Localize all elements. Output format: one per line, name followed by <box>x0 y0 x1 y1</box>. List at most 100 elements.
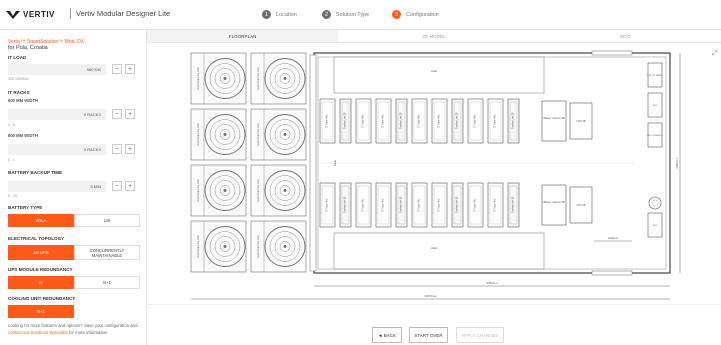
lower-rack: IT Rack 48U <box>375 182 392 228</box>
cooling-redundancy-toggle: N+1 <box>8 305 74 318</box>
battery-cabinet <box>541 184 567 226</box>
contact-specialist-link[interactable]: contact our Solutions Specialist <box>8 330 68 335</box>
lower-rack: IT Rack 48U <box>355 182 372 228</box>
battery-cabinet-label: Battery Cabinet 4B <box>544 117 565 120</box>
rack-800-decrement-button[interactable]: − <box>112 144 122 154</box>
it-load-decrement-button[interactable]: − <box>112 64 122 74</box>
app-title: Vertiv Modular Designer Lite <box>70 8 170 19</box>
rack-label: Cooling Unit 30 <box>456 112 459 129</box>
electrical-panel-label: PDU <box>653 225 658 227</box>
rack-800-input[interactable]: 0 RACKS <box>8 144 106 155</box>
fan-hub <box>223 245 227 248</box>
contact-footnote: Looking for more features and options? S… <box>8 323 143 336</box>
ups-redundancy-n1-option[interactable]: N+1 <box>74 276 140 289</box>
cooling-redundancy-n1-option[interactable]: N+1 <box>8 305 74 318</box>
upper-rack: IT Rack 48U <box>411 98 428 144</box>
it-racks-label: IT RACKS <box>8 90 30 95</box>
step-number: 1 <box>262 10 271 19</box>
step-solution-type[interactable]: 2 Solution Type <box>322 10 369 19</box>
electrical-panel-label: UTILITY PANEL <box>647 74 664 77</box>
heat-rejection-unit: Heat Rejection Unit <box>250 220 307 273</box>
tab-floorplan[interactable]: FLOORPLAN <box>147 30 339 42</box>
upper-rack: Cooling Unit 30 <box>451 98 464 144</box>
inner-width-label: 9050mm <box>487 281 499 285</box>
battery-backup-label: BATTERY BACKUP TIME <box>8 170 63 175</box>
electrical-panel-label: UPS CONSOLE <box>647 135 663 137</box>
upper-rack: Cooling Unit 30 <box>339 98 352 144</box>
rack-label: IT Rack 48U <box>362 198 365 212</box>
upper-rack: IT Rack 48U <box>431 98 448 144</box>
battery-backup-range: 5 - 10 <box>8 194 17 198</box>
rack-label: IT Rack 48U <box>362 114 365 128</box>
rack-800-label: 800 MM WIDTH <box>8 133 39 138</box>
topology-2n-ups-option[interactable]: 2N UPS <box>8 245 74 260</box>
upper-rack: IT Rack 48U <box>375 98 392 144</box>
upper-rack: IT Rack 48U <box>467 98 484 144</box>
rack-label: IT Rack 48U <box>494 198 497 212</box>
fan-hub <box>223 77 227 80</box>
tab-3d-model[interactable]: 3D MODEL <box>338 30 529 42</box>
fan-hub <box>283 245 287 248</box>
step-configuration[interactable]: 3 Configuration <box>392 10 439 19</box>
lower-rack: Cooling Unit 30 <box>339 182 352 228</box>
rack-600-decrement-button[interactable]: − <box>112 109 122 119</box>
rack-600-input[interactable]: 0 RACKS <box>8 109 106 120</box>
rack-600-range: 0 - 8 <box>8 123 16 127</box>
rack-800-increment-button[interactable]: + <box>125 144 135 154</box>
battery-backup-decrement-button[interactable]: − <box>112 181 122 191</box>
rack-label: IT Rack 48U <box>474 198 477 212</box>
upper-rack: Cooling Unit 30 <box>507 98 520 144</box>
ups-redundancy-n-option[interactable]: N <box>8 276 74 289</box>
bottom-enclosure-label: Aisle <box>431 246 438 250</box>
footnote-text: Looking for more features and options? S… <box>8 323 138 328</box>
rack-600-label: 600 MM WIDTH <box>8 98 39 103</box>
it-load-input[interactable]: 560 KW <box>8 64 106 75</box>
left-door <box>309 54 317 272</box>
rack-label: Cooling Unit 30 <box>344 196 347 213</box>
battery-backup-increment-button[interactable]: + <box>125 181 135 191</box>
ups-redundancy-toggle: N N+1 <box>8 276 140 289</box>
step-number: 2 <box>322 10 331 19</box>
start-over-button[interactable]: START OVER <box>409 327 448 343</box>
battery-type-vrla-option[interactable]: VRLA <box>8 214 74 227</box>
heat-rejection-unit: Heat Rejection Unit <box>250 108 307 161</box>
configuration-sidebar: Vertiv™ SmartSolution™ Mod. DX for Pula,… <box>0 30 147 345</box>
view-tabs: FLOORPLAN 3D MODEL INFO <box>147 30 721 43</box>
electrical-panel-label: PDU <box>653 105 658 107</box>
top-enclosure-label: Aisle <box>431 69 438 73</box>
heat-rejection-unit: Heat Rejection Unit <box>190 220 247 273</box>
rack-label: IT Rack 48U <box>382 198 385 212</box>
apply-changes-button[interactable]: APPLY CHANGES <box>456 327 504 343</box>
rack-label: IT Rack 48U <box>438 198 441 212</box>
unit-label: Heat Rejection Unit <box>256 235 260 258</box>
top-enclosure <box>333 56 545 94</box>
cooling-redundancy-label: COOLING UNIT REDUNDANCY <box>8 296 76 301</box>
rack-800-range: 0 - 0 <box>8 158 16 162</box>
step-label: Solution Type <box>336 11 370 18</box>
project-location: for Pula, Croatia <box>8 45 48 51</box>
unit-label: Heat Rejection Unit <box>196 67 200 90</box>
battery-type-lib-option[interactable]: LIB <box>74 214 140 227</box>
battery-type-label: BATTERY TYPE <box>8 205 43 210</box>
footnote-text-end: for more information. <box>68 329 109 335</box>
outer-width-label: 12070mm <box>424 294 437 298</box>
step-location[interactable]: 1 Location <box>262 10 297 19</box>
rack-label: IT Rack 48U <box>382 114 385 128</box>
lower-rack: IT Rack 48U <box>431 182 448 228</box>
tab-info[interactable]: INFO <box>530 30 721 42</box>
lower-rack: Cooling Unit 30 <box>451 182 464 228</box>
lower-rack: Cooling Unit 30 <box>395 182 408 228</box>
back-button[interactable]: ◄ BACK <box>372 327 402 343</box>
heat-rejection-unit: Heat Rejection Unit <box>250 52 307 105</box>
top-header: VERTIV Vertiv Modular Designer Lite 1 Lo… <box>0 0 721 30</box>
bottom-enclosure <box>333 232 545 270</box>
floorplan-drawing: Heat Rejection Unit Heat Rejection Unit He… <box>190 50 681 300</box>
vertiv-logo[interactable]: VERTIV <box>6 10 55 19</box>
battery-type-toggle: VRLA LIB <box>8 214 140 227</box>
upper-rack: IT Rack 48U <box>355 98 372 144</box>
app-window: VERTIV Vertiv Modular Designer Lite 1 Lo… <box>0 0 721 345</box>
battery-backup-input[interactable]: 5 MIN <box>8 181 106 192</box>
rack-600-increment-button[interactable]: + <box>125 109 135 119</box>
it-load-increment-button[interactable]: + <box>125 64 135 74</box>
topology-concurrently-maintainable-option[interactable]: CONCURRENTLY MAINTAINABLE <box>74 245 140 260</box>
